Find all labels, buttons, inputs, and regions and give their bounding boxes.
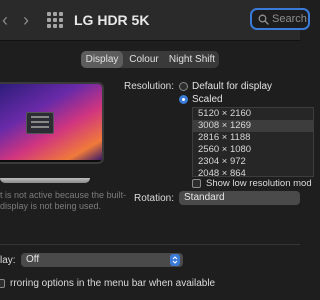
search-field[interactable]: Search (250, 8, 310, 30)
airplay-value: Off (26, 254, 40, 265)
monitor-note-line-1: t is not active because the built- (0, 190, 127, 200)
monitor-note-line-2: display is not being used. (0, 201, 102, 211)
chevron-updown-icon (170, 254, 180, 266)
monitor-note: t is not active because the built- displ… (0, 190, 127, 212)
radio-button[interactable] (179, 95, 188, 104)
radio-label: Default for display (192, 81, 273, 92)
resolution-list[interactable]: 5120 × 2160 3008 × 1269 2816 × 1188 2560… (192, 107, 314, 177)
low-resolution-label: Show low resolution mod (206, 178, 312, 189)
resolution-item-selected[interactable]: 3008 × 1269 (193, 120, 313, 132)
divider (0, 244, 300, 245)
mirroring-label: rroring options in the menu bar when ava… (10, 278, 216, 289)
resolution-item[interactable]: 2560 × 1080 (193, 144, 313, 156)
resolution-item[interactable]: 2304 × 972 (193, 156, 313, 168)
radio-default-for-display[interactable]: Default for display (179, 81, 272, 92)
airplay-select[interactable]: Off (21, 253, 183, 267)
airplay-label: lay: (0, 255, 16, 266)
tab-display[interactable]: Display (81, 51, 123, 68)
tab-night-shift[interactable]: Night Shift (165, 51, 219, 68)
radio-scaled[interactable]: Scaled (179, 94, 223, 105)
display-preview (0, 82, 104, 164)
low-resolution-checkbox[interactable] (192, 179, 201, 188)
forward-chevron-icon[interactable]: › (23, 11, 29, 29)
tab-bar: Display Colour Night Shift (81, 51, 219, 68)
resolution-label: Resolution: (123, 81, 174, 92)
resolution-item[interactable]: 2816 × 1188 (193, 132, 313, 144)
title-bar: ‹ › LG HDR 5K Search (0, 0, 310, 41)
resolution-item[interactable]: 2048 × 864 (193, 168, 313, 176)
preview-window (26, 112, 54, 134)
wallpaper-image (0, 84, 102, 160)
resolution-item[interactable]: 5120 × 2160 (193, 108, 313, 120)
window-title: LG HDR 5K (74, 12, 150, 28)
search-icon (258, 14, 269, 25)
radio-button[interactable] (179, 82, 188, 91)
mirroring-options-row[interactable]: rroring options in the menu bar when ava… (0, 278, 215, 289)
show-all-grid-icon[interactable] (44, 10, 66, 30)
mirroring-checkbox[interactable] (0, 279, 5, 288)
low-resolution-checkbox-row[interactable]: Show low resolution mod (192, 178, 312, 189)
monitor-stand (0, 178, 90, 183)
tab-colour[interactable]: Colour (123, 51, 165, 68)
back-chevron-icon[interactable]: ‹ (2, 11, 8, 29)
rotation-select[interactable]: Standard (179, 191, 300, 205)
search-placeholder: Search (272, 13, 307, 25)
radio-label: Scaled (192, 94, 223, 105)
rotation-label: Rotation: (133, 193, 174, 204)
